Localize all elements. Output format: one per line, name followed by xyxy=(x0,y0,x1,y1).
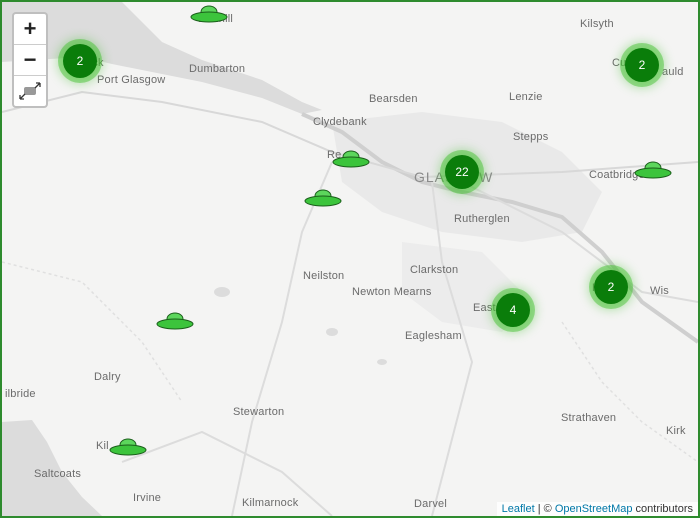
place-saltcoats: Saltcoats xyxy=(34,468,82,480)
place-strathaven: Strathaven xyxy=(561,412,617,424)
place-east-kilbride: East xyxy=(473,302,496,314)
ufo-icon[interactable] xyxy=(109,437,147,457)
place-kilmarnock: Kilmarnock xyxy=(242,497,299,509)
place-lenzie: Lenzie xyxy=(509,91,543,103)
place-darvel: Darvel xyxy=(414,498,447,510)
ufo-icon[interactable] xyxy=(190,4,228,24)
place-eaglesham: Eaglesham xyxy=(405,330,462,342)
place-auld: auld xyxy=(662,66,684,78)
place-port-glasgow: Port Glasgow xyxy=(97,74,166,86)
ufo-icon[interactable] xyxy=(304,188,342,208)
place-clarkston: Clarkston xyxy=(410,264,459,276)
zoom-out-button[interactable]: − xyxy=(14,45,46,76)
place-kirk: Kirk xyxy=(666,425,686,437)
cluster-marker[interactable]: 22 xyxy=(445,155,479,189)
place-clydebank: Clydebank xyxy=(313,116,367,128)
ufo-icon[interactable] xyxy=(156,311,194,331)
place-kilwinning: Kil xyxy=(96,440,109,452)
place-irvine: Irvine xyxy=(133,492,162,504)
attribution-separator: | © xyxy=(534,503,555,515)
place-wishaw: Wis xyxy=(650,285,669,297)
place-rutherglen: Rutherglen xyxy=(454,213,510,225)
ufo-icon[interactable] xyxy=(634,160,672,180)
place-neilston: Neilston xyxy=(303,270,345,282)
fullscreen-icon xyxy=(19,82,41,100)
place-stepps: Stepps xyxy=(513,131,549,143)
fullscreen-button[interactable] xyxy=(14,76,46,106)
cluster-marker[interactable]: 2 xyxy=(63,44,97,78)
ufo-icon[interactable] xyxy=(332,149,370,169)
place-stewarton: Stewarton xyxy=(233,406,285,418)
place-ardrossan: ilbride xyxy=(5,388,36,400)
zoom-control: + − xyxy=(12,12,48,108)
place-newton-mearns: Newton Mearns xyxy=(352,286,432,298)
place-bearsden: Bearsden xyxy=(369,93,418,105)
attribution-contributors: contributors xyxy=(632,503,693,515)
place-dalry: Dalry xyxy=(94,371,121,383)
cluster-marker[interactable]: 2 xyxy=(594,270,628,304)
place-kilsyth: Kilsyth xyxy=(580,18,614,30)
cluster-marker[interactable]: 4 xyxy=(496,293,530,327)
zoom-in-button[interactable]: + xyxy=(14,14,46,45)
place-dumbarton: Dumbarton xyxy=(189,63,246,75)
cluster-marker[interactable]: 2 xyxy=(625,48,659,82)
attribution: Leaflet | © OpenStreetMap contributors xyxy=(496,502,698,516)
map-container[interactable]: Kilsyth Port Glasgow Dumbarton Bearsden … xyxy=(0,0,700,518)
osm-link[interactable]: OpenStreetMap xyxy=(555,503,633,515)
leaflet-link[interactable]: Leaflet xyxy=(502,503,535,515)
